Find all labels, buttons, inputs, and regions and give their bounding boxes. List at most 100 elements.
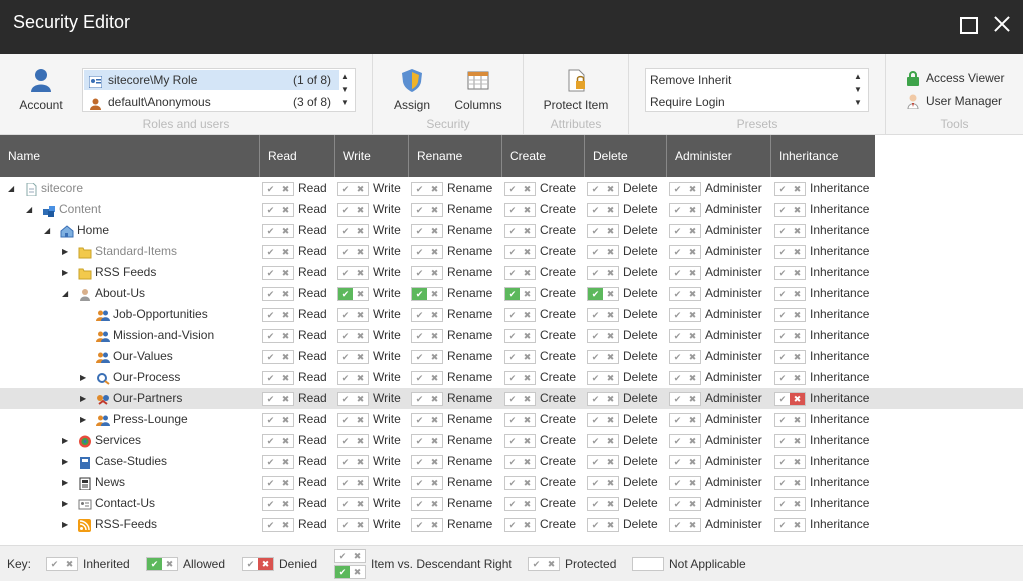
- expand-icon[interactable]: ▶: [62, 514, 72, 535]
- allow-check-icon[interactable]: ✔: [588, 288, 603, 300]
- permission-toggle-create[interactable]: ✔ ✖: [504, 224, 536, 238]
- deny-cross-icon[interactable]: ✖: [520, 246, 535, 258]
- expand-icon[interactable]: ▶: [62, 493, 72, 514]
- allow-check-icon[interactable]: ✔: [263, 288, 278, 300]
- deny-cross-icon[interactable]: ✖: [685, 267, 700, 279]
- deny-cross-icon[interactable]: ✖: [603, 414, 618, 426]
- deny-cross-icon[interactable]: ✖: [353, 372, 368, 384]
- deny-cross-icon[interactable]: ✖: [603, 477, 618, 489]
- tree-row[interactable]: ◢ Home ✔ ✖ Read ✔ ✖ Write ✔ ✖ Rename ✔ ✖ Create ✔ ✖ Dele…: [0, 220, 1023, 241]
- deny-cross-icon[interactable]: ✖: [685, 309, 700, 321]
- deny-cross-icon[interactable]: ✖: [353, 414, 368, 426]
- permission-toggle-administer[interactable]: ✔ ✖: [669, 203, 701, 217]
- deny-cross-icon[interactable]: ✖: [603, 330, 618, 342]
- permission-toggle-inheritance[interactable]: ✔ ✖: [774, 266, 806, 280]
- roles-list[interactable]: sitecore\My Role (1 of 8) default\Anonym…: [82, 68, 356, 112]
- allow-check-icon[interactable]: ✔: [588, 267, 603, 279]
- allow-check-icon[interactable]: ✔: [588, 519, 603, 531]
- permission-toggle-create[interactable]: ✔ ✖: [504, 497, 536, 511]
- permission-toggle-inheritance[interactable]: ✔ ✖: [774, 497, 806, 511]
- scroll-down-icon[interactable]: ▼: [852, 84, 864, 96]
- deny-cross-icon[interactable]: ✖: [427, 351, 442, 363]
- permission-toggle-create[interactable]: ✔ ✖: [504, 203, 536, 217]
- allow-check-icon[interactable]: ✔: [338, 267, 353, 279]
- deny-cross-icon[interactable]: ✖: [603, 225, 618, 237]
- permission-toggle-delete[interactable]: ✔ ✖: [587, 308, 619, 322]
- deny-cross-icon[interactable]: ✖: [790, 414, 805, 426]
- tree-node-label[interactable]: Mission-and-Vision: [113, 325, 214, 346]
- deny-cross-icon[interactable]: ✖: [520, 309, 535, 321]
- expand-icon[interactable]: ▶: [62, 451, 72, 472]
- deny-cross-icon[interactable]: ✖: [790, 309, 805, 321]
- allow-check-icon[interactable]: ✔: [670, 477, 685, 489]
- deny-cross-icon[interactable]: ✖: [520, 372, 535, 384]
- allow-check-icon[interactable]: ✔: [775, 204, 790, 216]
- columns-button[interactable]: Columns: [453, 67, 503, 112]
- permission-toggle-read[interactable]: ✔ ✖: [262, 329, 294, 343]
- permission-toggle-read[interactable]: ✔ ✖: [262, 182, 294, 196]
- deny-cross-icon[interactable]: ✖: [790, 477, 805, 489]
- allow-check-icon[interactable]: ✔: [588, 225, 603, 237]
- allow-check-icon[interactable]: ✔: [670, 288, 685, 300]
- deny-cross-icon[interactable]: ✖: [520, 288, 535, 300]
- tree-node-label[interactable]: About-Us: [95, 283, 145, 304]
- allow-check-icon[interactable]: ✔: [588, 477, 603, 489]
- deny-cross-icon[interactable]: ✖: [790, 351, 805, 363]
- permission-toggle-rename[interactable]: ✔ ✖: [411, 497, 443, 511]
- deny-cross-icon[interactable]: ✖: [790, 267, 805, 279]
- allow-check-icon[interactable]: ✔: [412, 225, 427, 237]
- deny-cross-icon[interactable]: ✖: [353, 246, 368, 258]
- allow-check-icon[interactable]: ✔: [505, 246, 520, 258]
- deny-cross-icon[interactable]: ✖: [685, 183, 700, 195]
- permission-toggle-write[interactable]: ✔ ✖: [337, 518, 369, 532]
- allow-check-icon[interactable]: ✔: [263, 309, 278, 321]
- deny-cross-icon[interactable]: ✖: [790, 246, 805, 258]
- permission-toggle-inheritance[interactable]: ✔ ✖: [774, 434, 806, 448]
- deny-cross-icon[interactable]: ✖: [427, 183, 442, 195]
- scroll-up-icon[interactable]: ▲: [852, 71, 864, 83]
- permission-toggle-delete[interactable]: ✔ ✖: [587, 182, 619, 196]
- allow-check-icon[interactable]: ✔: [338, 330, 353, 342]
- permission-toggle-write[interactable]: ✔ ✖: [337, 497, 369, 511]
- collapse-icon[interactable]: ◢: [26, 199, 36, 220]
- allow-check-icon[interactable]: ✔: [412, 393, 427, 405]
- permission-toggle-rename[interactable]: ✔ ✖: [411, 350, 443, 364]
- permission-toggle-write[interactable]: ✔ ✖: [337, 245, 369, 259]
- allow-check-icon[interactable]: ✔: [412, 372, 427, 384]
- tree-node-label[interactable]: Content: [59, 199, 101, 220]
- permission-toggle-delete[interactable]: ✔ ✖: [587, 266, 619, 280]
- deny-cross-icon[interactable]: ✖: [685, 246, 700, 258]
- tree-row[interactable]: ▶ Contact-Us ✔ ✖ Read ✔ ✖ Write ✔ ✖ Rename ✔ ✖ Create…: [0, 493, 1023, 514]
- permission-toggle-create[interactable]: ✔ ✖: [504, 329, 536, 343]
- allow-check-icon[interactable]: ✔: [338, 498, 353, 510]
- deny-cross-icon[interactable]: ✖: [353, 498, 368, 510]
- deny-cross-icon[interactable]: ✖: [278, 372, 293, 384]
- permission-toggle-inheritance[interactable]: ✔ ✖: [774, 476, 806, 490]
- deny-cross-icon[interactable]: ✖: [790, 519, 805, 531]
- allow-check-icon[interactable]: ✔: [505, 372, 520, 384]
- deny-cross-icon[interactable]: ✖: [353, 204, 368, 216]
- allow-check-icon[interactable]: ✔: [412, 309, 427, 321]
- allow-check-icon[interactable]: ✔: [588, 330, 603, 342]
- allow-check-icon[interactable]: ✔: [775, 351, 790, 363]
- allow-check-icon[interactable]: ✔: [588, 372, 603, 384]
- deny-cross-icon[interactable]: ✖: [685, 393, 700, 405]
- allow-check-icon[interactable]: ✔: [670, 246, 685, 258]
- allow-check-icon[interactable]: ✔: [505, 477, 520, 489]
- expand-icon[interactable]: ▶: [62, 241, 72, 262]
- allow-check-icon[interactable]: ✔: [263, 498, 278, 510]
- deny-cross-icon[interactable]: ✖: [685, 225, 700, 237]
- allow-check-icon[interactable]: ✔: [505, 330, 520, 342]
- deny-cross-icon[interactable]: ✖: [278, 456, 293, 468]
- permission-toggle-write[interactable]: ✔ ✖: [337, 392, 369, 406]
- permission-toggle-inheritance[interactable]: ✔ ✖: [774, 329, 806, 343]
- permission-toggle-delete[interactable]: ✔ ✖: [587, 350, 619, 364]
- preset-remove-inherit[interactable]: Remove Inherit: [650, 70, 731, 90]
- deny-cross-icon[interactable]: ✖: [427, 435, 442, 447]
- expand-icon[interactable]: ▶: [62, 262, 72, 283]
- tree-row[interactable]: ▶ Our-Partners ✔ ✖ Read ✔ ✖ Write ✔ ✖ Rename ✔ ✖ Crea…: [0, 388, 1023, 409]
- deny-cross-icon[interactable]: ✖: [278, 477, 293, 489]
- deny-cross-icon[interactable]: ✖: [353, 477, 368, 489]
- permission-toggle-write[interactable]: ✔ ✖: [337, 182, 369, 196]
- column-header-inheritance[interactable]: Inheritance: [770, 135, 875, 177]
